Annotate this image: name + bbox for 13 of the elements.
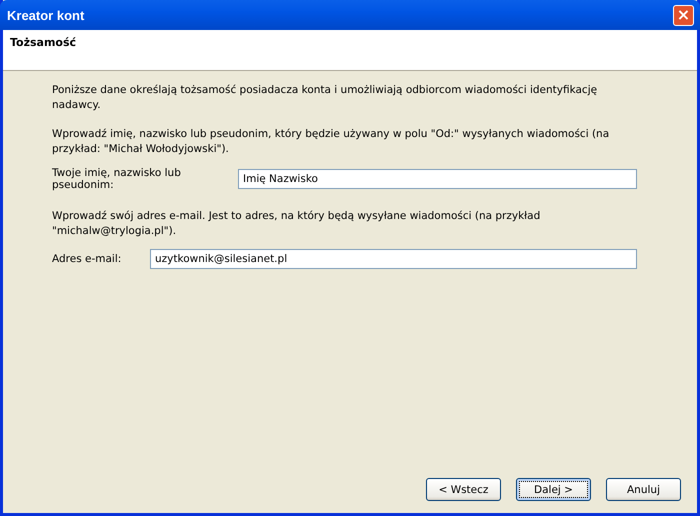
field-label: Twoje imię, nazwisko lub pseudonim: <box>52 167 182 191</box>
field-label: Adres e-mail: <box>52 253 122 265</box>
description-text: Wprowadź imię, nazwisko lub pseudonim, który będzie używany w polu "Od:" wysyłanych wiadomości (na przykład: "Michał Wołodyjowski"). <box>52 127 610 157</box>
input-field[interactable]: uzytkownik@silesianet.pl <box>150 249 637 269</box>
page-title: Tożsamość <box>10 36 76 49</box>
dialog-button[interactable]: Dalej > <box>516 478 591 501</box>
input-field[interactable]: Imię Nazwisko <box>238 169 637 189</box>
close-button[interactable]: × <box>673 4 694 26</box>
dialog-button[interactable]: < Wstecz <box>426 478 501 501</box>
window-title: Kreator kont <box>7 8 84 22</box>
description-text: Wprowadź swój adres e-mail. Jest to adres, na który będą wysyłane wiadomości (na przykład "michalw@trylogia.pl"). <box>52 209 542 239</box>
dialog-button[interactable]: Anuluj <box>606 478 681 501</box>
intro-text: Poniższe dane określają tożsamość posiadacza konta i umożliwiają odbiorcom wiadomości identyfikację nadawcy. <box>52 83 598 113</box>
